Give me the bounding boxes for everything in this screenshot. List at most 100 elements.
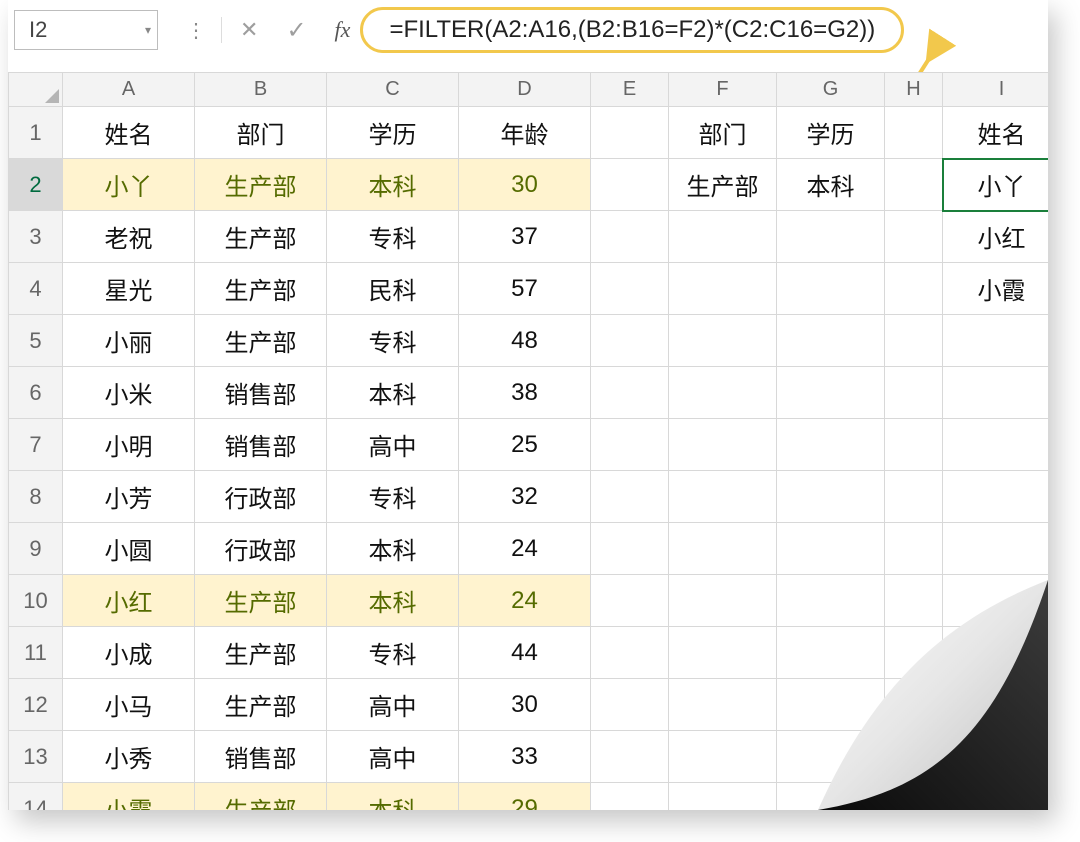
cell[interactable] [591, 679, 669, 731]
main-cell-name[interactable]: 小米 [63, 367, 195, 419]
cell[interactable] [591, 315, 669, 367]
main-cell-age[interactable]: 37 [459, 211, 591, 263]
cell[interactable] [885, 107, 943, 159]
cell[interactable] [669, 627, 777, 679]
main-cell-age[interactable]: 30 [459, 679, 591, 731]
main-cell-name[interactable]: 小明 [63, 419, 195, 471]
main-cell-age[interactable]: 25 [459, 419, 591, 471]
col-header-D[interactable]: D [459, 73, 591, 107]
row-header[interactable]: 11 [9, 627, 63, 679]
result-cell[interactable] [943, 783, 1049, 811]
main-cell-dept[interactable]: 生产部 [195, 679, 327, 731]
main-cell-dept[interactable]: 销售部 [195, 367, 327, 419]
main-cell-age[interactable]: 57 [459, 263, 591, 315]
main-cell-age[interactable]: 33 [459, 731, 591, 783]
col-header-A[interactable]: A [63, 73, 195, 107]
main-cell-dept[interactable]: 销售部 [195, 419, 327, 471]
main-cell-edu[interactable]: 专科 [327, 471, 459, 523]
cell[interactable] [591, 159, 669, 211]
result-cell[interactable] [943, 471, 1049, 523]
cell[interactable] [885, 159, 943, 211]
main-header-name[interactable]: 姓名 [63, 107, 195, 159]
criteria-header-dept[interactable]: 部门 [669, 107, 777, 159]
result-cell[interactable] [943, 419, 1049, 471]
cell[interactable] [669, 731, 777, 783]
main-header-edu[interactable]: 学历 [327, 107, 459, 159]
cell[interactable] [669, 783, 777, 811]
criteria-header-edu[interactable]: 学历 [777, 107, 885, 159]
main-cell-name[interactable]: 小红 [63, 575, 195, 627]
cell[interactable] [777, 471, 885, 523]
main-cell-edu[interactable]: 专科 [327, 315, 459, 367]
main-cell-name[interactable]: 小成 [63, 627, 195, 679]
result-cell[interactable] [943, 627, 1049, 679]
main-cell-name[interactable]: 小霞 [63, 783, 195, 811]
cell[interactable] [669, 523, 777, 575]
row-header[interactable]: 9 [9, 523, 63, 575]
cell[interactable] [885, 627, 943, 679]
fx-icon[interactable]: fx [335, 17, 351, 43]
main-cell-name[interactable]: 小芳 [63, 471, 195, 523]
row-header[interactable]: 8 [9, 471, 63, 523]
cell[interactable] [885, 523, 943, 575]
col-header-E[interactable]: E [591, 73, 669, 107]
result-cell[interactable] [943, 367, 1049, 419]
cell[interactable] [885, 575, 943, 627]
main-cell-dept[interactable]: 生产部 [195, 783, 327, 811]
main-cell-edu[interactable]: 民科 [327, 263, 459, 315]
cell[interactable] [669, 679, 777, 731]
result-header-name[interactable]: 姓名 [943, 107, 1049, 159]
cell[interactable] [591, 471, 669, 523]
formula-input[interactable]: =FILTER(A2:A16,(B2:B16=F2)*(C2:C16=G2)) [360, 7, 904, 53]
main-cell-name[interactable]: 小丫 [63, 159, 195, 211]
main-cell-age[interactable]: 38 [459, 367, 591, 419]
cell[interactable] [885, 731, 943, 783]
result-cell[interactable] [943, 731, 1049, 783]
main-header-age[interactable]: 年龄 [459, 107, 591, 159]
result-cell[interactable] [943, 315, 1049, 367]
cell[interactable] [591, 627, 669, 679]
cell[interactable] [777, 575, 885, 627]
main-cell-dept[interactable]: 生产部 [195, 627, 327, 679]
main-cell-edu[interactable]: 本科 [327, 159, 459, 211]
cell[interactable] [591, 419, 669, 471]
main-cell-dept[interactable]: 生产部 [195, 263, 327, 315]
main-cell-dept[interactable]: 生产部 [195, 211, 327, 263]
main-cell-name[interactable]: 星光 [63, 263, 195, 315]
col-header-C[interactable]: C [327, 73, 459, 107]
cell[interactable] [777, 627, 885, 679]
main-cell-edu[interactable]: 本科 [327, 367, 459, 419]
main-cell-edu[interactable]: 高中 [327, 731, 459, 783]
active-cell[interactable]: 小丫 [943, 159, 1049, 211]
select-all-corner[interactable] [9, 73, 63, 107]
main-cell-dept[interactable]: 生产部 [195, 315, 327, 367]
main-cell-dept[interactable]: 行政部 [195, 523, 327, 575]
col-header-B[interactable]: B [195, 73, 327, 107]
main-cell-age[interactable]: 32 [459, 471, 591, 523]
col-header-F[interactable]: F [669, 73, 777, 107]
cell[interactable] [591, 263, 669, 315]
main-cell-age[interactable]: 30 [459, 159, 591, 211]
result-cell[interactable] [943, 523, 1049, 575]
spreadsheet-grid[interactable]: A B C D E F G H I 1姓名部门学历年龄部门学历姓名2小丫生产部本… [8, 72, 1048, 810]
cell[interactable] [777, 783, 885, 811]
cell[interactable] [777, 731, 885, 783]
cell[interactable] [591, 107, 669, 159]
row-header[interactable]: 4 [9, 263, 63, 315]
cell[interactable] [885, 783, 943, 811]
main-cell-age[interactable]: 48 [459, 315, 591, 367]
main-cell-edu[interactable]: 本科 [327, 783, 459, 811]
row-header[interactable]: 12 [9, 679, 63, 731]
cell[interactable] [777, 211, 885, 263]
row-header[interactable]: 3 [9, 211, 63, 263]
cell[interactable] [885, 367, 943, 419]
main-cell-name[interactable]: 老祝 [63, 211, 195, 263]
confirm-icon[interactable]: ✓ [286, 16, 306, 45]
main-cell-edu[interactable]: 专科 [327, 627, 459, 679]
result-cell[interactable] [943, 679, 1049, 731]
row-header[interactable]: 6 [9, 367, 63, 419]
cell[interactable] [591, 575, 669, 627]
row-header[interactable]: 1 [9, 107, 63, 159]
cell[interactable] [777, 315, 885, 367]
cell[interactable] [885, 315, 943, 367]
